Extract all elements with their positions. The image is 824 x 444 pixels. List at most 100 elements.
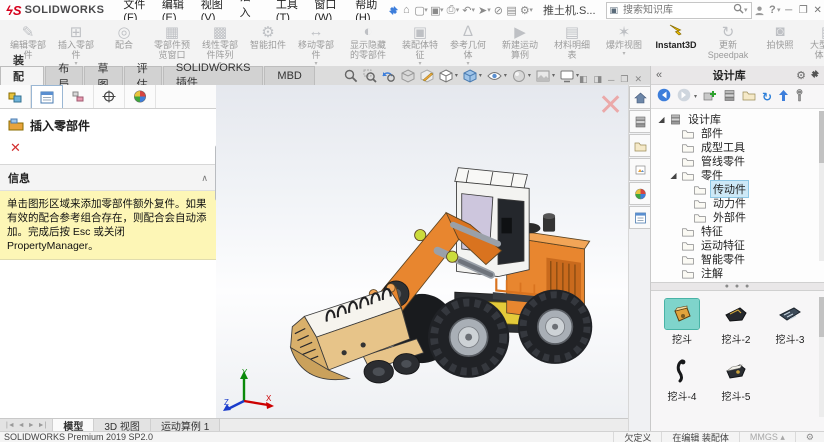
take-snapshot-button[interactable]: ◙拍快照 xyxy=(756,20,804,66)
knowledge-search[interactable]: ▣ ▾ xyxy=(606,2,752,19)
doc-restore-button[interactable]: ❐ xyxy=(620,74,628,85)
configuration-manager-tab[interactable] xyxy=(63,85,94,108)
move-component-button[interactable]: ↔移动零部件▾ xyxy=(292,20,340,66)
tree-item-motion[interactable]: 运动特征 xyxy=(655,238,824,252)
tab-layout[interactable]: 布局 xyxy=(45,66,83,85)
tree-item-forming-tools[interactable]: 成型工具 xyxy=(655,140,824,154)
gear-icon[interactable]: ⚙ xyxy=(796,69,806,82)
prev-tab-icon[interactable]: ◄ xyxy=(18,422,25,429)
home-resources-tab[interactable] xyxy=(629,86,650,109)
tree-item-power[interactable]: 动力件 xyxy=(655,196,824,210)
zoom-to-fit-icon[interactable] xyxy=(344,69,358,83)
library-item-bucket-3[interactable]: 挖斗-3 xyxy=(769,299,811,346)
apply-scene-icon[interactable] xyxy=(536,69,550,83)
add-to-library-icon[interactable] xyxy=(703,89,717,105)
rebuild-icon[interactable]: ▤ xyxy=(506,2,517,18)
library-splitter-handle[interactable]: ● ● ● xyxy=(651,282,824,291)
graphics-viewport[interactable]: ✕ Y X Z xyxy=(216,85,628,418)
create-folder-icon[interactable] xyxy=(742,89,756,104)
attach-icon[interactable]: ⊘ xyxy=(493,2,504,18)
refresh-icon[interactable]: ↻ xyxy=(762,90,772,104)
linear-pattern-button[interactable]: ▩线性零部件阵列▾ xyxy=(196,20,244,66)
previous-view-icon[interactable] xyxy=(382,69,396,83)
large-assembly-mode-button[interactable]: ▧大型装配体模式 xyxy=(804,20,824,66)
tree-item-annotations[interactable]: 注解 xyxy=(655,266,824,280)
dimxpert-manager-tab[interactable] xyxy=(94,85,125,108)
doc-minimize-button[interactable]: ─ xyxy=(608,75,614,85)
pin-icon[interactable] xyxy=(810,69,820,82)
tree-item-routing[interactable]: 管线零件 xyxy=(655,154,824,168)
exploded-view-button[interactable]: ✶爆炸视图▾ xyxy=(600,20,648,66)
component-preview-button[interactable]: ▦零部件预览窗口 xyxy=(148,20,196,66)
user-icon[interactable] xyxy=(754,2,765,18)
forward-icon[interactable] xyxy=(677,88,691,105)
restore-button[interactable]: ❐ xyxy=(797,2,809,18)
tree-item-features[interactable]: 特征 xyxy=(655,224,824,238)
search-input[interactable] xyxy=(621,4,730,17)
tab-mbd[interactable]: MBD xyxy=(264,66,314,85)
update-speedpak-button[interactable]: ↻更新 Speedpak xyxy=(704,20,752,66)
3d-drawing-view-icon[interactable] xyxy=(420,69,434,83)
view-settings-icon[interactable] xyxy=(560,69,574,83)
smart-fasteners-button[interactable]: ⚙智能扣件 xyxy=(244,20,292,66)
tile-left-icon[interactable]: ◧ xyxy=(579,74,588,85)
doc-close-button[interactable]: ✕ xyxy=(634,74,642,85)
info-group-header[interactable]: 信息 ∧ xyxy=(0,165,216,191)
display-style-icon[interactable] xyxy=(463,69,477,83)
bill-of-materials-button[interactable]: ▤材料明细表 xyxy=(548,20,596,66)
tree-item-smart-components[interactable]: 智能零件 xyxy=(655,252,824,266)
up-icon[interactable] xyxy=(778,89,789,105)
back-icon[interactable] xyxy=(657,88,671,105)
minimize-button[interactable]: ─ xyxy=(782,2,794,18)
section-view-icon[interactable] xyxy=(401,69,415,83)
appearances-scenes-tab[interactable] xyxy=(629,182,650,205)
items-scrollbar[interactable] xyxy=(819,297,824,417)
library-item-bucket-2[interactable]: 挖斗-2 xyxy=(715,299,757,346)
tab-solidworks-addins[interactable]: SOLIDWORKS 插件 xyxy=(163,66,264,85)
search-icon[interactable] xyxy=(733,3,744,17)
home-icon[interactable]: ⌂ xyxy=(401,2,412,18)
tree-item-parts-assemblies[interactable]: 部件 xyxy=(655,126,824,140)
next-tab-icon[interactable]: ► xyxy=(28,422,35,429)
tree-item-design-library[interactable]: ◢ 设计库 xyxy=(655,112,824,126)
fastener-icon[interactable] xyxy=(795,89,804,105)
collapse-chevron-icon[interactable]: ∧ xyxy=(201,173,208,184)
library-icon[interactable] xyxy=(723,89,736,105)
edit-appearance-icon[interactable] xyxy=(512,69,526,83)
tab-sketch[interactable]: 草图 xyxy=(84,66,122,85)
feature-manager-tab[interactable] xyxy=(0,85,31,108)
tab-assembly[interactable]: 装配体 xyxy=(0,66,44,85)
new-motion-study-button[interactable]: ▶新建运动算例 xyxy=(496,20,544,66)
zoom-to-area-icon[interactable] xyxy=(363,69,377,83)
pin-menubar-icon[interactable] xyxy=(388,2,399,18)
reference-geometry-button[interactable]: ∆参考几何体▾ xyxy=(444,20,492,66)
tile-right-icon[interactable]: ◨ xyxy=(593,74,602,85)
last-tab-icon[interactable]: ►| xyxy=(38,422,47,429)
design-library-tab[interactable] xyxy=(629,110,650,133)
view-orientation-icon[interactable] xyxy=(439,69,453,83)
collapse-chevrons-icon[interactable]: « xyxy=(656,69,662,81)
file-explorer-tab[interactable] xyxy=(629,134,650,157)
tree-item-external[interactable]: 外部件 xyxy=(655,210,824,224)
tab-evaluate[interactable]: 评估 xyxy=(124,66,162,85)
expander-icon[interactable]: ◢ xyxy=(657,115,666,124)
instant3d-button[interactable]: Instant3D xyxy=(652,20,700,66)
assembly-features-button[interactable]: ▣装配体特征▾ xyxy=(396,20,444,66)
tree-scrollbar[interactable] xyxy=(819,111,824,261)
custom-properties-tab[interactable] xyxy=(629,206,650,229)
view-palette-tab[interactable] xyxy=(629,158,650,181)
close-button[interactable]: ✕ xyxy=(811,2,823,18)
cancel-insert-command-x[interactable]: ✕ xyxy=(598,93,623,119)
hide-show-items-icon[interactable] xyxy=(487,69,502,83)
library-item-bucket-5[interactable]: 挖斗-5 xyxy=(715,356,757,403)
first-tab-icon[interactable]: |◄ xyxy=(6,422,15,429)
show-hidden-components-button[interactable]: ◐显示隐藏的零部件 xyxy=(344,20,392,66)
tree-item-transmission[interactable]: 传动件 xyxy=(655,182,824,196)
library-item-bucket[interactable]: 挖斗 xyxy=(661,299,703,346)
library-item-bucket-4[interactable]: 挖斗-4 xyxy=(661,356,703,403)
cancel-command-button[interactable]: ✕ xyxy=(0,138,216,162)
property-manager-tab[interactable] xyxy=(31,85,63,108)
wheel-loader-model[interactable] xyxy=(242,121,614,389)
display-manager-tab[interactable] xyxy=(125,85,156,108)
expander-icon[interactable]: ◢ xyxy=(669,171,678,180)
